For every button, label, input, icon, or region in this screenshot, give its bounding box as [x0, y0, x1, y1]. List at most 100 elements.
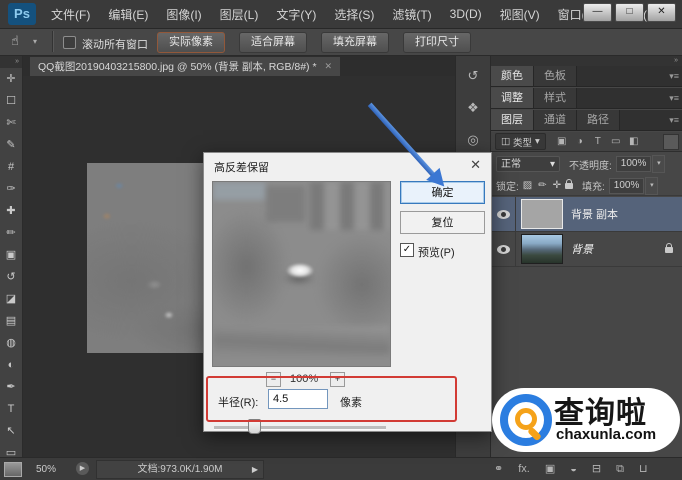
filter-shape-layers-icon[interactable]: ▭ — [608, 134, 624, 149]
filter-pixel-layers-icon[interactable]: ▣ — [554, 134, 570, 149]
fill-dropdown-icon[interactable]: ▾ — [645, 176, 659, 195]
quick-selection-tool-icon[interactable]: ✎ — [0, 134, 22, 156]
blend-mode-select[interactable]: 正常 ▾ — [496, 156, 560, 172]
preview-checkbox-label: 预览(P) — [418, 247, 455, 259]
lock-all-icon[interactable] — [565, 178, 574, 189]
adjustment-layer-icon[interactable]: ◒ — [570, 462, 577, 476]
status-expand-icon[interactable]: ▶ — [252, 461, 258, 478]
tool-preset-dropdown-icon[interactable]: ▾ — [33, 37, 37, 46]
gradient-tool-icon[interactable]: ▤ — [0, 310, 22, 332]
lasso-tool-icon[interactable]: ✄ — [0, 112, 22, 134]
tab-adjustments[interactable]: 调整 — [491, 88, 534, 108]
tab-swatches[interactable]: 色板 — [534, 66, 577, 86]
delete-layer-icon[interactable]: ⊔ — [639, 462, 648, 476]
fill-value[interactable]: 100% — [608, 177, 645, 194]
reset-button[interactable]: 复位 — [400, 211, 485, 234]
hand-tool-icon[interactable]: ☝ — [11, 33, 19, 49]
tab-styles[interactable]: 样式 — [534, 88, 577, 108]
menu-item[interactable]: 滤镜(T) — [383, 6, 440, 23]
clone-stamp-tool-icon[interactable]: ▣ — [0, 244, 22, 266]
lock-position-icon[interactable]: ✛ — [553, 180, 561, 191]
tab-channels[interactable]: 通道 — [534, 110, 577, 130]
crop-tool-icon[interactable]: # — [0, 156, 22, 178]
tab-color[interactable]: 颜色 — [491, 66, 534, 86]
document-tab[interactable]: QQ截图20190403215800.jpg @ 50% (背景 副本, RGB… — [30, 57, 341, 76]
maximize-button[interactable]: □ — [615, 3, 644, 22]
tools-collapse-icon[interactable]: » — [0, 56, 22, 68]
add-mask-icon[interactable]: ▣ — [545, 462, 555, 476]
menu-item[interactable]: 选择(S) — [325, 6, 383, 23]
panels-collapse-icon[interactable]: » — [491, 56, 682, 66]
opacity-dropdown-icon[interactable]: ▾ — [652, 155, 666, 173]
link-layers-icon[interactable]: ⚭ — [494, 462, 503, 476]
layer-group-icon[interactable]: ⊟ — [592, 462, 601, 476]
status-menu-icon[interactable]: ▶ — [76, 462, 89, 475]
filter-smart-objects-icon[interactable]: ◧ — [626, 134, 642, 149]
layer-row-background-copy[interactable]: 背景 副本 — [491, 197, 682, 232]
menu-item[interactable]: 图层(L) — [211, 6, 268, 23]
eyedropper-tool-icon[interactable]: ✑ — [0, 178, 22, 200]
healing-brush-tool-icon[interactable]: ✚ — [0, 200, 22, 222]
eraser-tool-icon[interactable]: ◪ — [0, 288, 22, 310]
view-button-1[interactable]: 实际像素 — [157, 32, 225, 53]
brush-tool-icon[interactable]: ✏ — [0, 222, 22, 244]
new-layer-icon[interactable]: ⧉ — [616, 462, 624, 476]
menu-item[interactable]: 编辑(E) — [99, 6, 157, 23]
tab-paths[interactable]: 路径 — [577, 110, 620, 130]
visibility-cell[interactable] — [491, 232, 516, 266]
menu-item[interactable]: 3D(D) — [441, 7, 491, 21]
layer-row-background[interactable]: 背景 — [491, 232, 682, 267]
path-selection-tool-icon[interactable]: ↖ — [0, 420, 22, 442]
panel-menu-icon[interactable]: ▾≡ — [669, 88, 682, 108]
menu-item[interactable]: 文件(F) — [42, 6, 99, 23]
preview-checkbox[interactable]: ✓ — [400, 243, 414, 257]
type-tool-icon[interactable]: T — [0, 398, 22, 420]
layer-thumbnail[interactable] — [521, 199, 563, 229]
filter-kind-dropdown[interactable]: ◫ 类型 ▾ — [495, 133, 546, 150]
panel-menu-icon[interactable]: ▾≡ — [669, 66, 682, 86]
opacity-value[interactable]: 100% — [615, 156, 652, 172]
view-button-3[interactable]: 填充屏幕 — [321, 32, 389, 53]
eye-icon[interactable] — [496, 244, 510, 254]
menu-item[interactable]: 文字(Y) — [267, 6, 325, 23]
lock-transparency-icon[interactable]: ▨ — [523, 180, 532, 191]
photoshop-logo-icon: Ps — [8, 3, 36, 25]
document-close-icon[interactable]: ✕ — [325, 61, 333, 72]
radius-slider-track[interactable] — [214, 426, 386, 430]
panel-menu-icon[interactable]: ▾≡ — [669, 110, 682, 130]
view-button-2[interactable]: 适合屏幕 — [239, 32, 307, 53]
tab-layers[interactable]: 图层 — [491, 110, 534, 130]
filter-preview[interactable] — [212, 181, 391, 367]
filter-type-layers-icon[interactable]: T — [590, 134, 606, 149]
scroll-all-windows-checkbox[interactable] — [63, 36, 76, 49]
document-info[interactable]: 文档:973.0K/1.90M ▶ — [96, 460, 264, 479]
filter-toggle-button[interactable] — [663, 133, 679, 150]
menu-item[interactable]: 图像(I) — [157, 6, 210, 23]
history-brush-tool-icon[interactable]: ↺ — [0, 266, 22, 288]
preview-texture — [213, 325, 390, 355]
dodge-tool-icon[interactable]: ◐ — [0, 354, 22, 376]
3d-panel-icon[interactable]: ❖ — [467, 100, 479, 116]
view-button-4[interactable]: 打印尺寸 — [403, 32, 471, 53]
shape-tool-icon[interactable]: ▭ — [0, 442, 22, 457]
dialog-close-icon[interactable]: ✕ — [470, 157, 481, 173]
blur-tool-icon[interactable]: ◍ — [0, 332, 22, 354]
eye-icon[interactable] — [496, 209, 510, 219]
lock-pixels-icon[interactable]: ✏ — [538, 180, 546, 191]
filter-adjustment-layers-icon[interactable]: ◑ — [572, 134, 588, 149]
layer-thumbnail[interactable] — [521, 234, 563, 264]
pen-tool-icon[interactable]: ✒ — [0, 376, 22, 398]
menu-item[interactable]: 视图(V) — [491, 6, 549, 23]
zoom-percentage[interactable]: 50% — [36, 464, 56, 475]
marquee-tool-icon[interactable]: ☐ — [0, 90, 22, 112]
tool-list: ✛ ☐ ✄ ✎ # ✑ ✚ ✏ ▣ ↺ ◪ ▤ ◍ ◐ ✒ T ↖ ▭ — [0, 68, 22, 457]
properties-panel-icon[interactable]: ◎ — [467, 132, 478, 148]
history-panel-icon[interactable]: ↺ — [468, 68, 479, 84]
visibility-cell[interactable] — [491, 197, 516, 231]
menu-bar: Ps 文件(F) 编辑(E) 图像(I) 图层(L) 文字(Y) 选择(S) 滤镜(T) 3D… — [0, 0, 682, 29]
close-button[interactable]: ✕ — [647, 3, 676, 22]
layer-name: 背景 — [571, 244, 593, 256]
layer-style-icon[interactable]: fx. — [518, 462, 530, 476]
minimize-button[interactable]: — — [583, 3, 612, 22]
move-tool-icon[interactable]: ✛ — [0, 68, 22, 90]
